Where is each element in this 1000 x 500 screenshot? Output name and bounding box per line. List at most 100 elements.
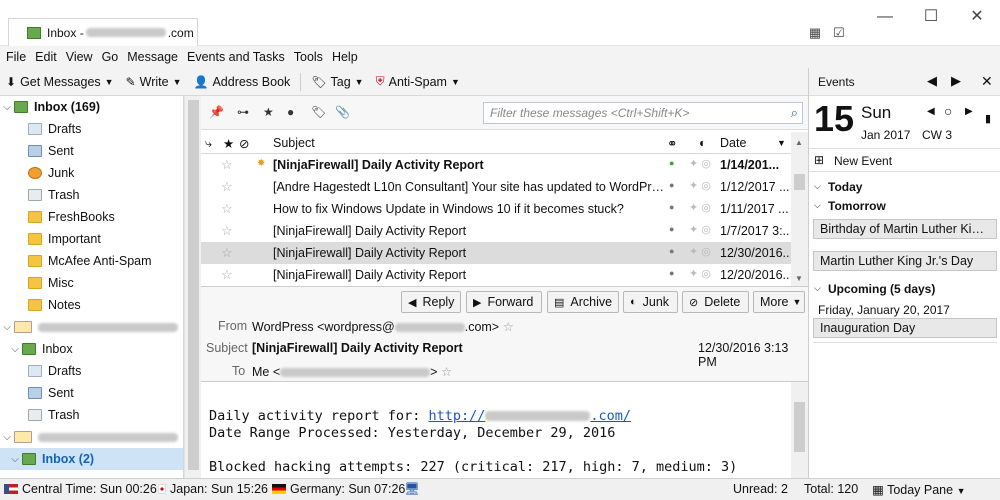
read-dot-icon[interactable]: ● [669,224,674,234]
folder-inbox-3[interactable]: ⌵ Inbox (2) [0,448,183,470]
new-event-button[interactable]: ⊞ New Event [809,148,1000,172]
to-value[interactable]: Me < > ☆ [252,364,452,379]
junk-status-icon[interactable]: ✦ ◎ [689,157,711,170]
unread-dot-icon[interactable]: ● [669,158,674,168]
tasks-icon[interactable]: ☑ [830,24,848,42]
scroll-up-icon[interactable]: ▲ [795,138,803,147]
pin-icon[interactable]: 📌 [209,105,224,119]
today-circle-icon[interactable]: ○ [944,103,952,119]
anti-spam-button[interactable]: ⛨ Anti-Spam ▼ [370,71,466,93]
folder-important[interactable]: Important [0,228,183,250]
maximize-button[interactable]: ☐ [922,8,940,26]
collapse-icon[interactable]: ⌵ [814,181,821,192]
table-row[interactable]: ☆ [NinjaFirewall] Daily Activity Report … [201,220,791,242]
today-pane-toggle[interactable]: ▦ Today Pane ▼ [872,482,966,497]
menu-go[interactable]: Go [102,50,119,64]
event-item[interactable]: Birthday of Martin Luther King Jr.'s Day [813,219,997,239]
star-icon[interactable]: ☆ [221,157,233,173]
star-icon[interactable]: ☆ [221,179,233,195]
table-row[interactable]: ☆ How to fix Windows Update in Windows 1… [201,198,791,220]
star-icon[interactable]: ☆ [221,223,233,239]
table-row[interactable]: ☆ [NinjaFirewall] Daily Activity Report … [201,264,791,286]
star-icon[interactable]: ☆ [221,267,233,283]
collapse-icon[interactable]: ⌵ [8,454,22,465]
folder-sent[interactable]: Sent [0,140,183,162]
account-2[interactable]: ⌵ [0,316,183,338]
chevron-down-icon[interactable]: ▼ [105,77,114,87]
collapse-icon[interactable]: ⌵ [814,200,821,211]
prev-arrow-icon[interactable]: ◀ [927,73,937,89]
thread-scrollbar[interactable]: ▲ ▼ [791,132,808,286]
menu-tools[interactable]: Tools [294,50,323,64]
chevron-down-icon[interactable]: ▼ [173,77,182,87]
folder-inbox-2[interactable]: ⌵ Inbox [0,338,183,360]
star-icon[interactable]: ☆ [503,320,514,334]
junk-status-icon[interactable]: ✦ ◎ [689,223,711,236]
forward-button[interactable]: ▶ Forward [466,291,542,313]
junk-column-icon[interactable]: ◐ [699,136,707,150]
folder-sent-2[interactable]: Sent [0,382,183,404]
scroll-thumb[interactable] [794,402,805,452]
read-dot-icon[interactable]: ● [669,246,674,256]
star-icon[interactable]: ☆ [221,201,233,217]
close-pane-icon[interactable]: ✕ [981,73,993,90]
read-dot-icon[interactable]: ● [669,180,674,190]
table-row[interactable]: ☆ ✸ [NinjaFirewall] Daily Activity Repor… [201,154,791,176]
archive-button[interactable]: ▤ Archive [547,291,619,313]
junk-button[interactable]: ◐ Junk [623,291,678,313]
folder-scrollbar[interactable] [184,96,201,478]
collapse-icon[interactable]: ⌵ [8,344,22,355]
table-row[interactable]: ☆ [Andre Hagestedt L10n Consultant] Your… [201,176,791,198]
folder-trash[interactable]: Trash [0,184,183,206]
collapse-icon[interactable]: ⌵ [0,102,14,113]
get-messages-button[interactable]: ⬇ Get Messages ▼ [0,71,120,93]
thread-column-icon[interactable]: ⤷ [205,136,212,151]
contact-filter-icon[interactable]: ● [287,105,294,119]
menu-help[interactable]: Help [332,50,358,64]
tab-inbox[interactable]: Inbox - .com [8,18,198,46]
scroll-thumb[interactable] [188,100,199,470]
collapse-icon[interactable]: ⌵ [0,432,14,443]
scroll-down-icon[interactable]: ▼ [795,274,803,283]
next-arrow-icon[interactable]: ▶ [951,73,961,89]
column-date[interactable]: Date [720,136,746,150]
more-button[interactable]: More ▼ [753,291,805,313]
from-value[interactable]: WordPress <wordpress@ .com> ☆ [252,319,514,334]
site-link[interactable]: http:// .com/ [428,408,631,424]
collapse-icon[interactable]: ⌵ [0,322,14,333]
attachment-filter-icon[interactable]: 📎 [335,105,350,119]
event-item[interactable]: Martin Luther King Jr.'s Day [813,251,997,271]
read-dot-icon[interactable]: ● [669,268,674,278]
folder-trash-2[interactable]: Trash [0,404,183,426]
star-filter-icon[interactable]: ★ [263,105,274,119]
junk-status-icon[interactable]: ✦ ◎ [689,267,711,280]
tag-filter-icon[interactable]: 🏷 [311,105,326,119]
folder-junk[interactable]: Junk [0,162,183,184]
collapse-icon[interactable]: ⌵ [814,283,821,294]
folder-drafts[interactable]: Drafts [0,118,183,140]
next-day-icon[interactable]: ▶ [965,106,973,117]
online-status-icon[interactable]: 🖥 [404,482,420,497]
folder-drafts-2[interactable]: Drafts [0,360,183,382]
column-subject[interactable]: Subject [273,136,315,150]
menu-view[interactable]: View [66,50,93,64]
menu-message[interactable]: Message [127,50,178,64]
read-column-icon[interactable]: ⚭ [667,136,677,151]
attachment-column-icon[interactable]: ⊘ [239,136,249,151]
body-scrollbar[interactable] [791,382,808,478]
star-icon[interactable]: ☆ [441,365,452,379]
close-button[interactable]: ✕ [968,8,986,26]
table-row-selected[interactable]: ☆ [NinjaFirewall] Daily Activity Report … [201,242,791,264]
filter-input[interactable]: Filter these messages <Ctrl+Shift+K> ⌕ [483,102,803,124]
folder-mcafee[interactable]: McAfee Anti-Spam [0,250,183,272]
junk-status-icon[interactable]: ✦ ◎ [689,179,711,192]
star-column-icon[interactable]: ★ [223,136,234,151]
folder-notes[interactable]: Notes [0,294,183,316]
menu-edit[interactable]: Edit [35,50,57,64]
calendar-icon[interactable]: ▦ [806,24,824,42]
unread-filter-icon[interactable]: ⊶ [237,105,249,119]
account-3[interactable]: ⌵ [0,426,183,448]
junk-status-icon[interactable]: ✦ ◎ [689,245,711,258]
prev-day-icon[interactable]: ◀ [927,106,935,117]
event-item[interactable]: Inauguration Day [813,318,997,338]
